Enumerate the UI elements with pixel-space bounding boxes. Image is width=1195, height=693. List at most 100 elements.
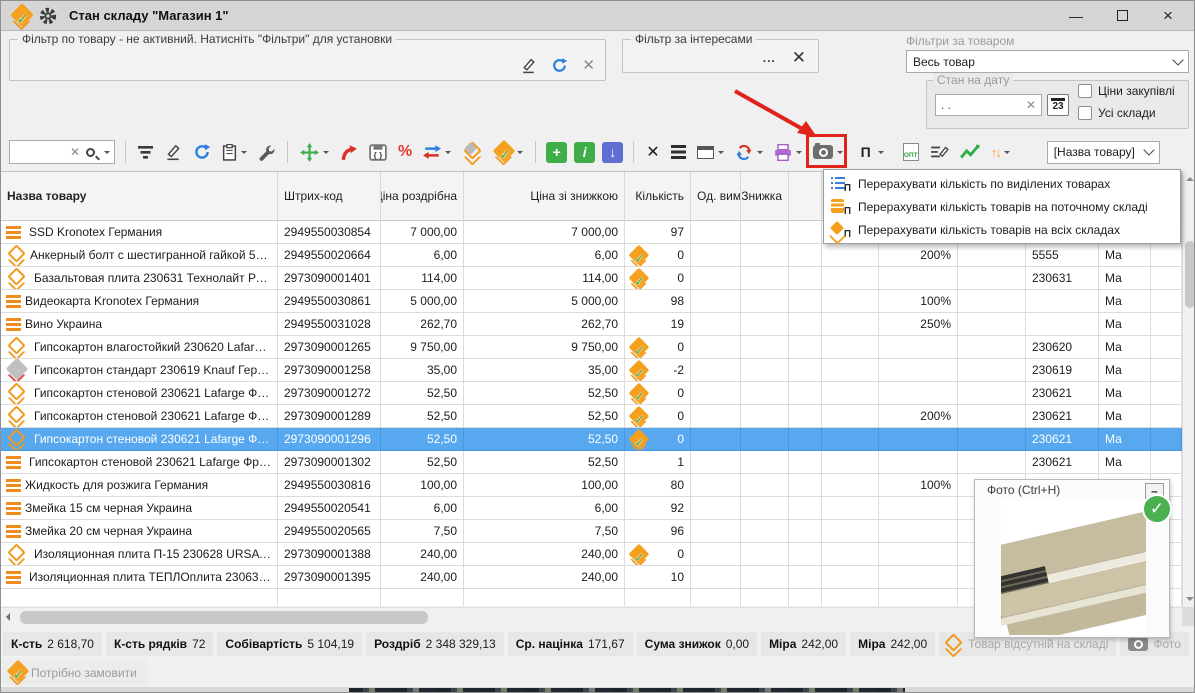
download-button[interactable]: ↓ [602, 142, 623, 163]
clipboard-button[interactable] [220, 139, 249, 165]
table-row[interactable]: Гипсокартон стеновой 230621 Lafarge Фран… [1, 382, 1182, 405]
date-input[interactable]: . . ✕ [935, 94, 1042, 116]
interest-clear-button[interactable]: ✕ [792, 48, 806, 68]
chart-button[interactable] [958, 139, 982, 165]
edit-button[interactable] [162, 139, 184, 165]
store-name: Ма [1099, 382, 1151, 405]
column-header-unit[interactable]: Од. вим. [691, 172, 741, 221]
search-input[interactable]: ✕ [9, 140, 115, 164]
chevron-down-icon [241, 151, 247, 157]
window-title: Стан складу "Магазин 1" [69, 8, 229, 23]
table-row[interactable]: Гипсокартон стеновой 230621 Lafarge Фран… [1, 428, 1182, 451]
edit-filter-icon[interactable] [520, 57, 537, 74]
menu-item[interactable]: П Перерахувати кількість по виділених то… [824, 172, 1180, 195]
column-header-name[interactable]: Назва товару [1, 172, 278, 221]
recount-dropdown-menu: П Перерахувати кількість по виділених то… [823, 169, 1181, 244]
delete-button[interactable]: ✕ [644, 139, 661, 165]
interest-more-button[interactable]: ... [763, 51, 776, 65]
product-name: Гипсокартон стеновой 230621 Lafarge Фран… [34, 386, 271, 400]
price-retail: 262,70 [381, 313, 464, 336]
table-row[interactable]: Гипсокартон стеновой 230621 Lafarge Фран… [1, 405, 1182, 428]
product-filters-combobox[interactable]: Весь товар [906, 50, 1189, 73]
column-header-barcode[interactable]: Штрих-код [278, 172, 381, 221]
status-value: 0,00 [726, 637, 749, 651]
chevron-down-icon [1172, 54, 1183, 65]
unit-cell [691, 359, 741, 382]
minimize-button[interactable]: — [1060, 4, 1092, 28]
filter-button[interactable] [136, 139, 155, 165]
table-row[interactable]: Вино Украина 2949550031028 262,70 262,70… [1, 313, 1182, 336]
sort-button[interactable]: ↑↓ [989, 139, 1012, 165]
status-label: Міра [858, 637, 885, 651]
table-row[interactable]: Базальтовая плита 230631 Технолайт Росси… [1, 267, 1182, 290]
need-order-button[interactable]: ✓ Потрібно замовити [3, 660, 147, 685]
horizontal-scroll-thumb[interactable] [20, 611, 428, 624]
table-row[interactable]: Анкерный болт с шестигранной гайкой 5555… [1, 244, 1182, 267]
out-of-stock-icon: ✓ [629, 431, 647, 448]
status-bar-2: ✓ Потрібно замовити [3, 660, 147, 685]
vertical-scroll-thumb[interactable] [1185, 241, 1195, 308]
maximize-button[interactable] [1106, 4, 1138, 28]
table-row[interactable]: Гипсокартон стандарт 230619 Knauf Герман… [1, 359, 1182, 382]
markup-percent [879, 566, 958, 589]
photo-button[interactable] [811, 139, 845, 165]
refresh-filter-icon[interactable] [551, 57, 568, 74]
markup-percent [879, 336, 958, 359]
close-button[interactable]: × [1152, 4, 1184, 28]
column-header-price-discount[interactable]: Ціна зі знижкою [464, 172, 625, 221]
date-clear-icon[interactable]: ✕ [1026, 98, 1036, 112]
opt-prices-button[interactable]: ОПТ [901, 139, 921, 165]
return-button[interactable] [338, 139, 360, 165]
table-row[interactable]: Гипсокартон влагостойкий 230620 Lafarge … [1, 336, 1182, 359]
markup-percent: 200% [879, 405, 958, 428]
checkbox-purchase-prices[interactable]: Ціни закупівлі [1078, 84, 1175, 98]
checkbox-label: Усі склади [1098, 106, 1156, 120]
scroll-up-icon[interactable] [1186, 177, 1194, 181]
calendar-button[interactable]: 23 [1047, 94, 1069, 116]
store-name: Ма [1099, 244, 1151, 267]
edit-list-button[interactable] [928, 139, 951, 165]
product-code: 230621 [1026, 382, 1099, 405]
quantity-value: 10 [671, 570, 684, 584]
search-clear-icon[interactable]: ✕ [70, 145, 80, 159]
menu-item[interactable]: П Перерахувати кількість товарів на всіх… [824, 218, 1180, 241]
list-view-button[interactable] [669, 139, 688, 165]
save-template-button[interactable]: { } [367, 139, 389, 165]
row-type-icon [6, 479, 21, 492]
product-code: 230620 [1026, 336, 1099, 359]
column-header-quantity[interactable]: Кількість [625, 172, 691, 221]
column-header-price-retail[interactable]: Ціна роздрібна [381, 172, 464, 221]
add-button[interactable]: + [546, 142, 567, 163]
stock-layers-button[interactable] [460, 139, 484, 165]
menu-item[interactable]: П Перерахувати кількість товарів на пото… [824, 195, 1180, 218]
product-code: 5555 [1026, 244, 1099, 267]
refresh-button[interactable] [191, 139, 213, 165]
print-button[interactable] [772, 139, 804, 165]
discount-percent-button[interactable]: % [396, 139, 414, 165]
clear-filter-icon[interactable]: ✕ [582, 56, 595, 74]
table-view-button[interactable] [695, 139, 726, 165]
sync-button[interactable] [733, 139, 765, 165]
move-button[interactable] [298, 139, 331, 165]
vertical-scrollbar[interactable] [1182, 171, 1195, 607]
sort-field-combobox[interactable]: [Назва товару] [1047, 141, 1160, 164]
unit-cell [691, 451, 741, 474]
product-code: 230619 [1026, 359, 1099, 382]
product-barcode: 2949550031028 [278, 313, 381, 336]
scroll-down-icon[interactable] [1186, 597, 1194, 601]
table-row[interactable]: Видеокарта Kronotex Германия 29495500308… [1, 290, 1182, 313]
price-discount: 6,00 [464, 244, 625, 267]
tools-button[interactable] [256, 139, 277, 165]
quantity-value: -2 [673, 363, 684, 377]
info-button[interactable]: i [574, 142, 595, 163]
out-of-stock-icon: ✓ [629, 247, 647, 264]
transfer-button[interactable] [421, 139, 453, 165]
checkbox-all-warehouses[interactable]: Усі склади [1078, 106, 1156, 120]
stock-check-button[interactable]: ✓ [491, 139, 525, 165]
chevron-down-icon [837, 151, 843, 157]
column-header-discount[interactable]: Знижка [741, 172, 789, 221]
recount-button[interactable]: П [856, 139, 886, 165]
scroll-left-icon[interactable] [6, 613, 10, 621]
table-row[interactable]: Гипсокартон стеновой 230621 Lafarge Фран… [1, 451, 1182, 474]
price-retail: 6,00 [381, 497, 464, 520]
